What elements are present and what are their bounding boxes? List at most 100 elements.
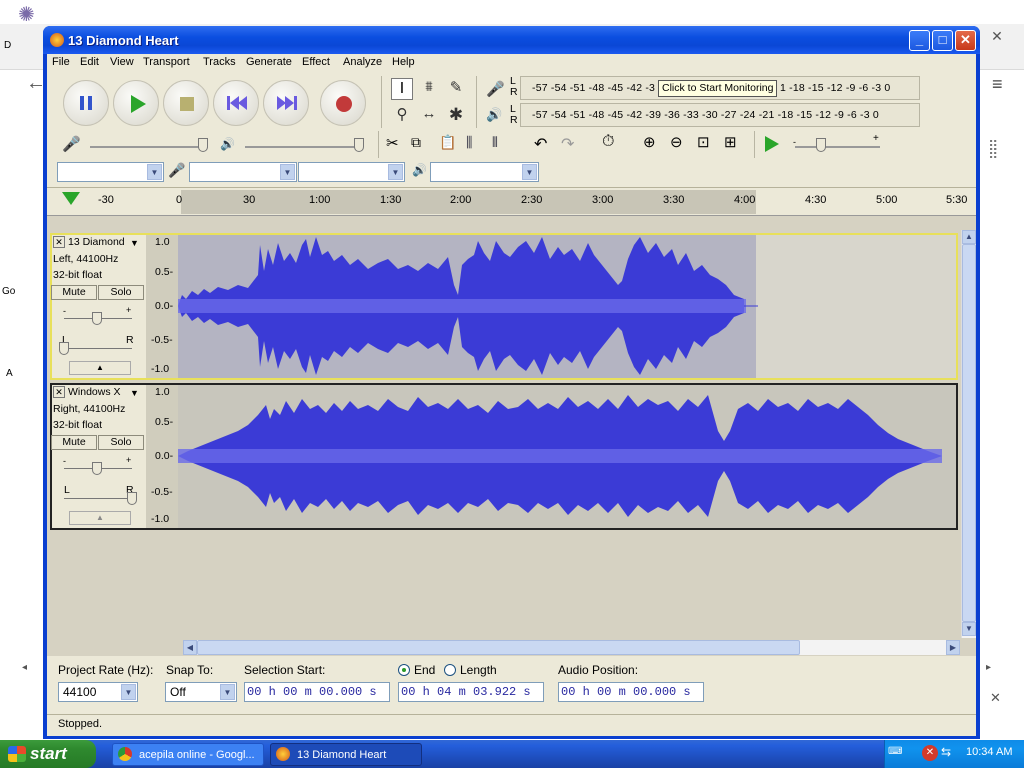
timeline-play-marker-icon[interactable]	[62, 192, 80, 205]
scroll-up-icon[interactable]: ▲	[962, 230, 976, 244]
paste-icon[interactable]: 📋	[439, 134, 456, 151]
track-1-solo-button[interactable]: Solo	[98, 285, 144, 300]
redo-icon[interactable]: ↷	[561, 134, 574, 154]
track-1-pan-thumb[interactable]	[59, 342, 69, 355]
trim-icon[interactable]: ⫼	[466, 134, 472, 151]
track-2-collapse-icon[interactable]: ▲	[69, 511, 131, 525]
track-2-menu-chevron-icon[interactable]: ▼	[130, 388, 139, 398]
security-alert-icon[interactable]: ✕	[922, 745, 938, 761]
chevron-down-icon[interactable]: ▼	[147, 164, 162, 180]
vertical-scroll-thumb[interactable]	[962, 244, 976, 622]
background-scroll-left-icon[interactable]: ◂	[22, 662, 27, 673]
snap-to-select[interactable]: Off ▼	[165, 682, 237, 702]
play-speed-thumb[interactable]	[816, 138, 826, 152]
play-button[interactable]	[113, 80, 159, 126]
track-1-collapse-icon[interactable]: ▲	[69, 361, 131, 375]
chevron-down-icon[interactable]: ▼	[522, 164, 537, 180]
track-2-mute-button[interactable]: Mute	[51, 435, 97, 450]
skip-end-button[interactable]	[263, 80, 309, 126]
project-rate-select[interactable]: 44100 ▼	[58, 682, 138, 702]
menu-transport[interactable]: Transport	[143, 56, 190, 68]
menu-view[interactable]: View	[110, 56, 134, 68]
background-scroll-right-icon[interactable]: ▸	[986, 662, 991, 673]
network-icon[interactable]: ⇆	[941, 745, 951, 759]
track-2-name[interactable]: Windows X	[68, 386, 128, 398]
record-button[interactable]	[320, 80, 366, 126]
menu-file[interactable]: File	[52, 56, 70, 68]
track-2-pan-thumb[interactable]	[127, 492, 137, 505]
play-at-speed-icon[interactable]	[765, 136, 779, 152]
recording-device-select[interactable]: ▼	[189, 162, 297, 182]
chevron-down-icon[interactable]: ▼	[121, 684, 136, 700]
output-volume-thumb[interactable]	[354, 138, 364, 152]
track-1-gain-thumb[interactable]	[92, 312, 102, 325]
track-1-pan-slider[interactable]	[64, 348, 132, 349]
track-2-waveform[interactable]	[178, 385, 956, 528]
chevron-down-icon[interactable]: ▼	[388, 164, 403, 180]
track-1-mute-button[interactable]: Mute	[51, 285, 97, 300]
track-2-pan-slider[interactable]	[64, 498, 132, 499]
track-1-name[interactable]: 13 Diamond	[68, 236, 128, 248]
undo-icon[interactable]: ↶	[534, 134, 547, 154]
menu-edit[interactable]: Edit	[80, 56, 99, 68]
scroll-down-icon[interactable]: ▼	[962, 622, 976, 636]
track-1-waveform[interactable]	[178, 235, 758, 378]
horizontal-scroll-thumb[interactable]	[197, 640, 800, 655]
task-browser[interactable]: acepila online - Googl...	[112, 743, 264, 766]
copy-icon[interactable]: ⧉	[411, 134, 421, 151]
menu-analyze[interactable]: Analyze	[343, 56, 382, 68]
sync-lock-icon[interactable]: ⏱	[602, 133, 614, 151]
menu-help[interactable]: Help	[392, 56, 415, 68]
track-1-close-icon[interactable]: ✕	[53, 236, 65, 248]
selection-tool-icon[interactable]: I	[391, 78, 413, 100]
recording-channels-select[interactable]: ▼	[298, 162, 405, 182]
fit-selection-icon[interactable]: ⊡	[697, 133, 710, 151]
track-2-gain-thumb[interactable]	[92, 462, 102, 475]
apps-grid-icon[interactable]: ⠿ ⠿	[988, 139, 998, 161]
playback-device-select[interactable]: ▼	[430, 162, 539, 182]
selection-end-field[interactable]: 00 h 04 m 03.922 s	[398, 682, 544, 702]
timeshift-tool-icon[interactable]: ↔	[418, 105, 440, 127]
end-radio[interactable]	[398, 664, 410, 676]
scroll-left-icon[interactable]: ◀	[183, 640, 197, 655]
task-audacity[interactable]: 13 Diamond Heart	[270, 743, 422, 766]
length-radio[interactable]	[444, 664, 456, 676]
stop-button[interactable]	[163, 80, 209, 126]
zoom-tool-icon[interactable]: ⚲	[391, 105, 413, 127]
envelope-tool-icon[interactable]: ⩩	[418, 78, 440, 100]
host-select[interactable]: ▼	[57, 162, 164, 182]
keyboard-icon[interactable]: ⌨	[888, 746, 902, 758]
chevron-down-icon[interactable]: ▼	[280, 164, 295, 180]
minimize-button[interactable]: _	[909, 30, 930, 51]
cut-icon[interactable]: ✂	[386, 134, 399, 152]
play-speed-slider[interactable]	[795, 146, 880, 148]
input-volume-slider[interactable]	[90, 146, 208, 148]
menu-effect[interactable]: Effect	[302, 56, 330, 68]
multi-tool-icon[interactable]: ✱	[445, 105, 467, 127]
selection-start-field[interactable]: 00 h 00 m 00.000 s	[244, 682, 390, 702]
clock[interactable]: 10:34 AM	[966, 746, 1012, 758]
zoom-out-icon[interactable]: ⊖	[670, 133, 683, 151]
pause-button[interactable]	[63, 80, 109, 126]
track-2-close-icon[interactable]: ✕	[53, 386, 65, 398]
menu-generate[interactable]: Generate	[246, 56, 292, 68]
close-button[interactable]: ✕	[955, 30, 976, 51]
background-close-download-icon[interactable]: ✕	[990, 690, 1001, 706]
draw-tool-icon[interactable]: ✎	[445, 78, 467, 100]
scroll-right-icon[interactable]: ▶	[946, 640, 960, 655]
chevron-down-icon[interactable]: ▼	[220, 684, 235, 700]
browser-menu-icon[interactable]: ≡	[992, 74, 1003, 95]
maximize-button[interactable]: □	[932, 30, 953, 51]
audio-position-field[interactable]: 00 h 00 m 00.000 s	[558, 682, 704, 702]
fit-project-icon[interactable]: ⊞	[724, 133, 737, 151]
background-close-icon[interactable]: ✕	[988, 28, 1006, 44]
skip-start-button[interactable]	[213, 80, 259, 126]
silence-icon[interactable]: ⫴	[492, 134, 498, 151]
input-volume-thumb[interactable]	[198, 138, 208, 152]
monitoring-tooltip[interactable]: Click to Start Monitoring	[658, 80, 778, 97]
track-1-menu-chevron-icon[interactable]: ▼	[130, 238, 139, 248]
zoom-in-icon[interactable]: ⊕	[643, 133, 656, 151]
output-volume-slider[interactable]	[245, 146, 363, 148]
menu-tracks[interactable]: Tracks	[203, 56, 236, 68]
track-2-solo-button[interactable]: Solo	[98, 435, 144, 450]
